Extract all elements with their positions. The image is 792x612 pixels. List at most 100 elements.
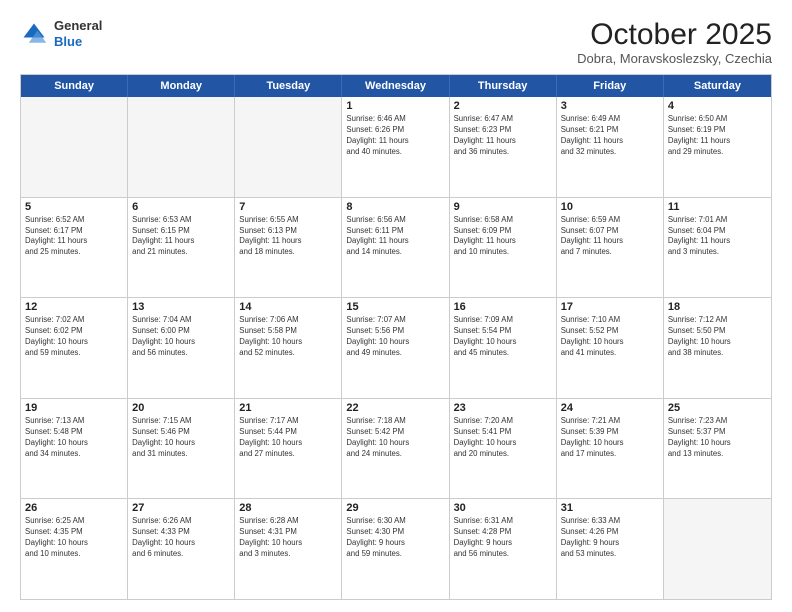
calendar-cell: 12Sunrise: 7:02 AMSunset: 6:02 PMDayligh… [21, 298, 128, 398]
day-number: 2 [454, 100, 552, 112]
cell-line: Daylight: 10 hours [668, 337, 767, 348]
cell-line: Sunrise: 7:02 AM [25, 315, 123, 326]
cell-line: and 45 minutes. [454, 348, 552, 359]
cell-line: Sunset: 6:11 PM [346, 226, 444, 237]
cell-line: Sunrise: 7:21 AM [561, 416, 659, 427]
cell-line: Sunset: 5:54 PM [454, 326, 552, 337]
day-number: 30 [454, 502, 552, 514]
cell-line: Sunset: 6:15 PM [132, 226, 230, 237]
cell-line: Sunrise: 6:56 AM [346, 215, 444, 226]
calendar-cell: 3Sunrise: 6:49 AMSunset: 6:21 PMDaylight… [557, 97, 664, 197]
day-number: 8 [346, 201, 444, 213]
cell-line: Sunset: 5:56 PM [346, 326, 444, 337]
cell-line: and 41 minutes. [561, 348, 659, 359]
cell-line: and 18 minutes. [239, 247, 337, 258]
cell-line: Sunset: 5:58 PM [239, 326, 337, 337]
cell-line: Daylight: 11 hours [132, 236, 230, 247]
cell-line: and 20 minutes. [454, 449, 552, 460]
cell-line: Sunrise: 6:25 AM [25, 516, 123, 527]
day-number: 16 [454, 301, 552, 313]
header-day-tuesday: Tuesday [235, 75, 342, 97]
day-number: 27 [132, 502, 230, 514]
cell-line: Sunrise: 7:15 AM [132, 416, 230, 427]
cell-line: Sunrise: 6:49 AM [561, 114, 659, 125]
calendar-cell: 29Sunrise: 6:30 AMSunset: 4:30 PMDayligh… [342, 499, 449, 599]
cell-line: Sunrise: 6:59 AM [561, 215, 659, 226]
cell-line: Sunset: 5:41 PM [454, 427, 552, 438]
cell-line: Daylight: 9 hours [346, 538, 444, 549]
cell-line: Sunrise: 7:13 AM [25, 416, 123, 427]
calendar-cell [128, 97, 235, 197]
day-number: 31 [561, 502, 659, 514]
cell-line: Sunrise: 7:06 AM [239, 315, 337, 326]
cell-line: Sunrise: 6:46 AM [346, 114, 444, 125]
calendar-cell: 20Sunrise: 7:15 AMSunset: 5:46 PMDayligh… [128, 399, 235, 499]
calendar-row-4: 26Sunrise: 6:25 AMSunset: 4:35 PMDayligh… [21, 498, 771, 599]
cell-line: Sunrise: 7:20 AM [454, 416, 552, 427]
cell-line: Daylight: 11 hours [25, 236, 123, 247]
calendar-cell: 11Sunrise: 7:01 AMSunset: 6:04 PMDayligh… [664, 198, 771, 298]
cell-line: Sunrise: 6:55 AM [239, 215, 337, 226]
day-number: 17 [561, 301, 659, 313]
cell-line: Sunset: 6:13 PM [239, 226, 337, 237]
cell-line: Daylight: 10 hours [239, 538, 337, 549]
cell-line: and 3 minutes. [239, 549, 337, 560]
cell-line: Sunrise: 7:04 AM [132, 315, 230, 326]
cell-line: and 3 minutes. [668, 247, 767, 258]
cell-line: and 59 minutes. [346, 549, 444, 560]
cell-line: Sunset: 6:00 PM [132, 326, 230, 337]
cell-line: Sunset: 6:26 PM [346, 125, 444, 136]
page: General Blue October 2025 Dobra, Moravsk… [0, 0, 792, 612]
cell-line: Sunrise: 6:50 AM [668, 114, 767, 125]
cell-line: Sunset: 6:04 PM [668, 226, 767, 237]
cell-line: and 24 minutes. [346, 449, 444, 460]
cell-line: Sunset: 4:26 PM [561, 527, 659, 538]
logo: General Blue [20, 18, 102, 49]
calendar-cell: 2Sunrise: 6:47 AMSunset: 6:23 PMDaylight… [450, 97, 557, 197]
cell-line: Daylight: 11 hours [346, 136, 444, 147]
cell-line: Daylight: 10 hours [346, 337, 444, 348]
cell-line: Daylight: 10 hours [132, 538, 230, 549]
cell-line: Daylight: 10 hours [454, 438, 552, 449]
cell-line: Daylight: 11 hours [239, 236, 337, 247]
calendar-row-1: 5Sunrise: 6:52 AMSunset: 6:17 PMDaylight… [21, 197, 771, 298]
cell-line: Sunset: 6:19 PM [668, 125, 767, 136]
cell-line: Daylight: 10 hours [25, 438, 123, 449]
cell-line: Sunrise: 6:26 AM [132, 516, 230, 527]
cell-line: Daylight: 10 hours [668, 438, 767, 449]
cell-line: Daylight: 10 hours [239, 438, 337, 449]
cell-line: and 38 minutes. [668, 348, 767, 359]
cell-line: Daylight: 9 hours [561, 538, 659, 549]
cell-line: and 17 minutes. [561, 449, 659, 460]
calendar-row-3: 19Sunrise: 7:13 AMSunset: 5:48 PMDayligh… [21, 398, 771, 499]
cell-line: Sunset: 5:42 PM [346, 427, 444, 438]
day-number: 10 [561, 201, 659, 213]
cell-line: Sunrise: 7:10 AM [561, 315, 659, 326]
cell-line: Sunset: 6:07 PM [561, 226, 659, 237]
cell-line: Sunset: 4:30 PM [346, 527, 444, 538]
day-number: 18 [668, 301, 767, 313]
cell-line: Sunset: 4:33 PM [132, 527, 230, 538]
calendar-cell: 13Sunrise: 7:04 AMSunset: 6:00 PMDayligh… [128, 298, 235, 398]
title-block: October 2025 Dobra, Moravskoslezsky, Cze… [577, 18, 772, 66]
calendar-cell: 17Sunrise: 7:10 AMSunset: 5:52 PMDayligh… [557, 298, 664, 398]
cell-line: Sunrise: 7:07 AM [346, 315, 444, 326]
day-number: 15 [346, 301, 444, 313]
cell-line: Sunset: 5:52 PM [561, 326, 659, 337]
calendar-cell: 8 Sunrise: 6:56 AMSunset: 6:11 PMDaylight… [342, 198, 449, 298]
cell-line: Sunrise: 6:52 AM [25, 215, 123, 226]
cell-line: Sunrise: 6:33 AM [561, 516, 659, 527]
header-day-sunday: Sunday [21, 75, 128, 97]
cell-line: Sunset: 6:02 PM [25, 326, 123, 337]
cell-line: Daylight: 11 hours [346, 236, 444, 247]
cell-line: Sunset: 5:37 PM [668, 427, 767, 438]
header-day-wednesday: Wednesday [342, 75, 449, 97]
calendar-cell: 23Sunrise: 7:20 AMSunset: 5:41 PMDayligh… [450, 399, 557, 499]
cell-line: Sunset: 5:46 PM [132, 427, 230, 438]
calendar-cell: 24Sunrise: 7:21 AMSunset: 5:39 PMDayligh… [557, 399, 664, 499]
cell-line: Daylight: 11 hours [454, 136, 552, 147]
header-day-friday: Friday [557, 75, 664, 97]
cell-line: Sunset: 4:31 PM [239, 527, 337, 538]
cell-line: Sunset: 6:17 PM [25, 226, 123, 237]
calendar-cell [21, 97, 128, 197]
